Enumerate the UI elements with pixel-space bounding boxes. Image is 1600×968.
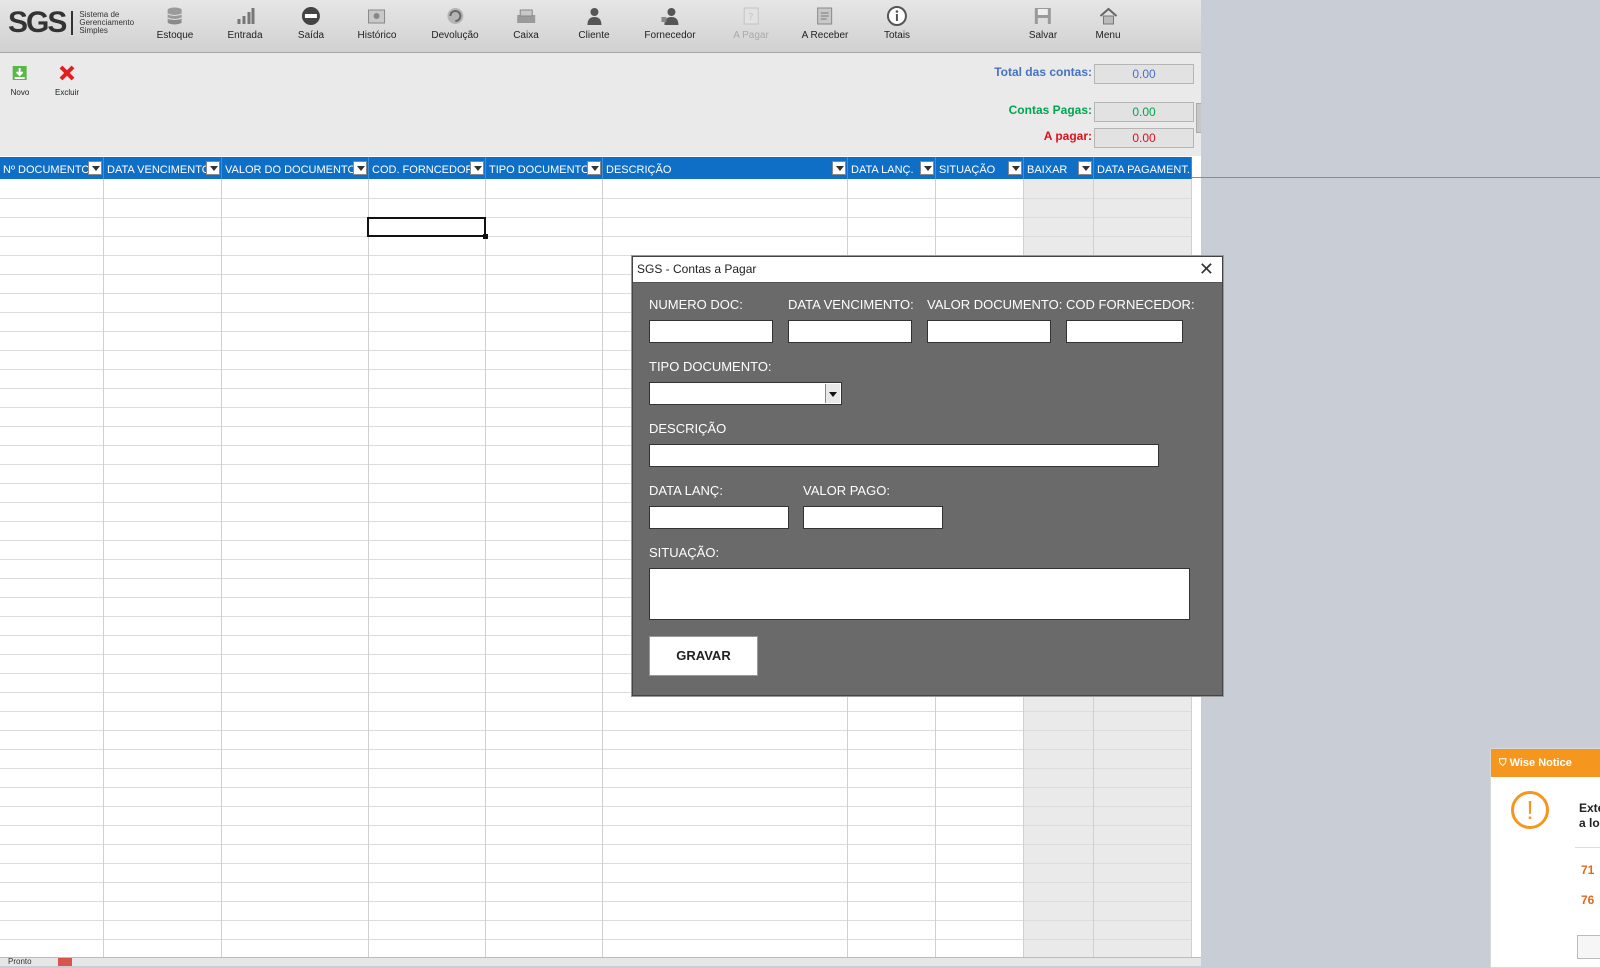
database-icon <box>165 6 185 26</box>
notice-title: Wise Notice <box>1509 757 1572 769</box>
return-icon <box>445 6 465 26</box>
filter-dropdown-icon[interactable] <box>206 161 220 175</box>
valor-documento-input[interactable] <box>927 320 1051 343</box>
cash-register-icon <box>516 6 536 26</box>
ribbon-button-cliente[interactable]: Cliente <box>578 6 610 41</box>
numero-doc-input[interactable] <box>649 320 773 343</box>
exclamation-icon: ! <box>1511 791 1549 829</box>
data-lanc-label: DATA LANÇ: <box>649 483 723 498</box>
filter-dropdown-icon[interactable] <box>88 161 102 175</box>
ribbon-button-caixa[interactable]: Caixa <box>513 6 539 41</box>
ribbon-button-historico[interactable]: Histórico <box>358 6 396 41</box>
ribbon-button-devolucao[interactable]: Devolução <box>431 6 479 41</box>
data-vencimento-input[interactable] <box>788 320 912 343</box>
column-header-valor-documento[interactable]: VALOR DO DOCUMENTO <box>222 157 369 179</box>
chevron-down-icon[interactable] <box>825 384 840 403</box>
minus-circle-icon <box>301 6 321 26</box>
contas-pagas-value: 0.00 <box>1094 102 1194 122</box>
filter-dropdown-icon[interactable] <box>470 161 484 175</box>
tipo-documento-label: TIPO DOCUMENTO: <box>649 359 772 374</box>
filter-dropdown-icon[interactable] <box>832 161 846 175</box>
data-lanc-input[interactable] <box>649 506 789 529</box>
column-header-cod-fornecedor[interactable]: COD. FORNCEDOR <box>369 157 486 179</box>
filter-dropdown-icon[interactable] <box>353 161 367 175</box>
table-header: Nº DOCUMENTO DATA VENCIMENTO VALOR DO DO… <box>0 157 1192 179</box>
ribbon-button-salvar[interactable]: Salvar <box>1029 6 1057 41</box>
document-question-icon: ? <box>741 6 761 26</box>
shield-icon: ⛉ <box>1499 758 1507 769</box>
a-pagar-value: 0.00 <box>1094 128 1194 148</box>
person-icon <box>584 6 604 26</box>
notice-text-line2: a lo <box>1579 816 1600 830</box>
ribbon-button-entrada[interactable]: Entrada <box>227 6 263 41</box>
filter-dropdown-icon[interactable] <box>587 161 601 175</box>
ribbon-button-menu[interactable]: Menu <box>1095 6 1121 41</box>
a-pagar-label: A pagar: <box>1043 129 1092 143</box>
descricao-label: DESCRIÇÃO <box>649 421 727 436</box>
cod-fornecedor-label: COD FORNECEDOR: <box>1066 297 1195 312</box>
situacao-textarea[interactable] <box>649 568 1190 620</box>
ribbon-toolbar: SGS Sistema de Gerenciamento Simples Est… <box>0 0 1201 53</box>
filter-dropdown-icon[interactable] <box>1008 161 1022 175</box>
column-header-numero-documento[interactable]: Nº DOCUMENTO <box>0 157 104 179</box>
ribbon-button-a-receber[interactable]: A Receber <box>802 6 848 41</box>
data-vencimento-label: DATA VENCIMENTO: <box>788 297 914 312</box>
ribbon-button-estoque[interactable]: Estoque <box>157 6 193 41</box>
column-header-data-pagamento[interactable]: DATA PAGAMENT. <box>1094 157 1192 179</box>
dialog-titlebar: SGS - Contas a Pagar ✕ <box>633 257 1222 283</box>
wise-notice-popup: ⛉ Wise Notice ! Exte a lo 71 76 <box>1490 748 1600 968</box>
column-header-baixar[interactable]: BAIXAR <box>1024 157 1094 179</box>
cod-fornecedor-input[interactable] <box>1066 320 1183 343</box>
dialog-title: SGS - Contas a Pagar <box>637 262 757 276</box>
contas-a-pagar-dialog: SGS - Contas a Pagar ✕ NUMERO DOC: DATA … <box>632 256 1223 696</box>
contas-pagas-label: Contas Pagas: <box>1008 103 1092 117</box>
total-contas-label: Total das contas: <box>994 65 1092 79</box>
notice-number-1: 71 <box>1581 863 1595 877</box>
numero-doc-label: NUMERO DOC: <box>649 297 743 312</box>
ribbon-button-saida[interactable]: Saída <box>298 6 324 41</box>
ribbon-button-fornecedor[interactable]: Fornecedor <box>644 6 696 41</box>
descricao-input[interactable] <box>649 444 1159 467</box>
notice-header: ⛉ Wise Notice <box>1491 749 1600 777</box>
notice-number-2: 76 <box>1581 893 1595 907</box>
logo-text: SGS <box>8 6 67 39</box>
gravar-button[interactable]: GRAVAR <box>649 636 758 676</box>
summary-panel: Novo Excluir Total das contas: Contas Pa… <box>0 53 1201 156</box>
svg-text:?: ? <box>748 12 753 23</box>
column-header-tipo-documento[interactable]: TIPO DOCUMENTO <box>486 157 603 179</box>
valor-pago-input[interactable] <box>803 506 943 529</box>
bar-chart-icon <box>235 6 255 26</box>
panel-scrollbar[interactable] <box>1196 103 1201 133</box>
logo-subtitle: Sistema de Gerenciamento Simples <box>79 10 135 35</box>
status-bar: Pronto <box>0 957 1201 966</box>
valor-documento-label: VALOR DOCUMENTO: <box>927 297 1063 312</box>
filter-dropdown-icon[interactable] <box>920 161 934 175</box>
ribbon-button-totais[interactable]: Totais <box>884 6 910 41</box>
sgs-logo: SGS Sistema de Gerenciamento Simples <box>8 8 141 38</box>
status-ready-text: Pronto <box>8 957 32 966</box>
home-icon <box>1098 6 1118 26</box>
valor-pago-label: VALOR PAGO: <box>803 483 890 498</box>
notice-text-line1: Exte <box>1579 801 1600 815</box>
info-icon <box>887 6 907 26</box>
selected-cell[interactable] <box>367 217 488 239</box>
total-contas-value: 0.00 <box>1094 64 1194 84</box>
column-header-data-lanc[interactable]: DATA LANÇ. <box>848 157 936 179</box>
situacao-label: SITUAÇÃO: <box>649 545 720 560</box>
notice-button[interactable] <box>1577 935 1600 959</box>
column-header-descricao[interactable]: DESCRIÇÃO <box>603 157 848 179</box>
supplier-icon <box>660 6 680 26</box>
column-header-situacao[interactable]: SITUAÇÃO <box>936 157 1024 179</box>
filter-dropdown-icon[interactable] <box>1078 161 1092 175</box>
column-header-data-vencimento[interactable]: DATA VENCIMENTO <box>104 157 222 179</box>
ribbon-button-a-pagar[interactable]: ? A Pagar <box>733 6 769 41</box>
receive-icon <box>815 6 835 26</box>
close-icon[interactable]: ✕ <box>1199 257 1214 281</box>
macro-record-icon[interactable] <box>58 958 72 966</box>
history-icon <box>367 6 387 26</box>
save-icon <box>1033 6 1053 26</box>
tipo-documento-select[interactable] <box>649 382 842 405</box>
